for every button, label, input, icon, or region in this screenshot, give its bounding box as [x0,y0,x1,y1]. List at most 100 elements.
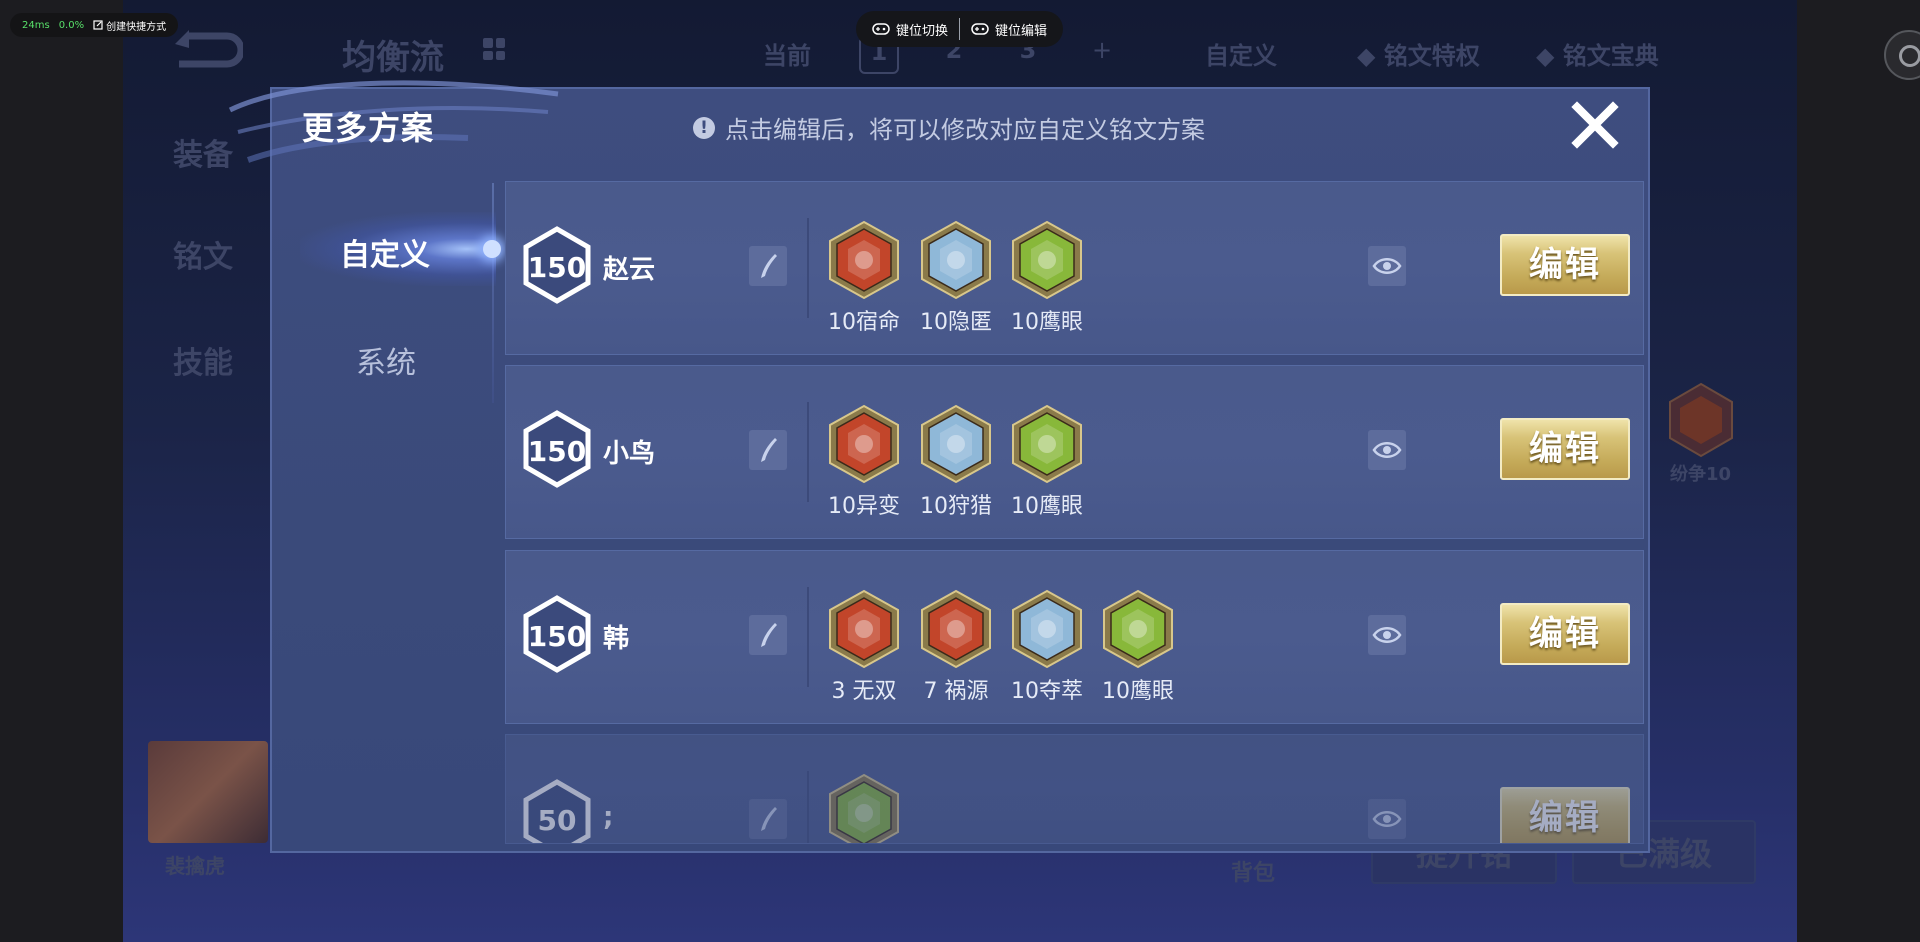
rune-slot: 10异变 [826,404,902,520]
keymap-toolbar: 键位切换 键位编辑 [856,11,1063,47]
rune-slot: 10鹰眼 [1009,220,1085,336]
lightning-rune-icon [918,404,994,484]
preview-button[interactable] [1368,799,1406,839]
strife-rune-caption: 纷争10 [1670,464,1732,485]
droplet-rune-icon [918,220,994,300]
preset-row: 150 小鸟 10异变 10狩猎 10鹰眼 编辑 [505,365,1644,539]
shortcut-icon [93,20,103,30]
knot-rune-icon [1009,589,1085,669]
rune-label: 10鹰眼 [1102,679,1174,704]
dialog-hint-text: 点击编辑后，将可以修改对应自定义铭文方案 [725,116,1205,144]
rune-slot [826,773,902,843]
rune-label: 10隐匿 [920,310,992,335]
row-divider [807,218,809,318]
cpu-text: 0.0% [58,19,85,31]
flame-rune-icon [826,220,902,300]
eye-icon [1372,811,1402,827]
rune-label: 7 祸源 [923,679,989,704]
preview-button[interactable] [1368,246,1406,286]
key-edit-button[interactable]: 键位编辑 [960,20,1058,39]
rune-label: 10宿命 [828,310,900,335]
rune-privilege-button[interactable]: ◆ 铭文特权 [1357,36,1480,71]
preset-name: 小鸟 [603,439,656,469]
rune-label: 10异变 [828,494,900,519]
preset-name: 韩 [603,624,630,654]
hero-name: 裴擒虎 [165,854,225,878]
level-value: 150 [527,251,587,284]
emulator-side-button[interactable] [1884,30,1920,80]
rune-label: 10鹰眼 [1011,494,1083,519]
preset-name: ; [603,802,614,832]
rune-privilege-label: 铭文特权 [1383,42,1480,70]
rename-button[interactable] [749,246,787,286]
edit-button[interactable]: 编辑 [1500,787,1630,843]
level-value: 150 [527,435,587,468]
back-arrow-icon[interactable] [169,30,243,70]
nav-active-dot [483,240,501,258]
level-badge: 150 [522,595,592,673]
side-menu-runes[interactable]: 铭文 [173,232,233,276]
gamepad-icon [872,23,890,35]
eye-icon [1372,442,1402,458]
helmet-rune-icon [826,404,902,484]
create-shortcut-label: 创建快捷方式 [106,21,167,33]
clover-rune-icon [1009,220,1085,300]
nav-tab-custom[interactable]: 自定义 [340,230,430,274]
nav-tab-system[interactable]: 系统 [356,338,416,382]
gamepad-icon [971,23,989,35]
preset-name: 赵云 [603,255,656,285]
rune-label: 10鹰眼 [1011,310,1083,335]
preset-row: 50; 编辑 [505,734,1644,844]
pencil-icon [761,254,777,278]
level-badge: 50 [522,779,592,843]
pencil-icon [761,438,777,462]
preview-button[interactable] [1368,430,1406,470]
dialog-hint: ! 点击编辑后，将可以修改对应自定义铭文方案 [693,110,1205,145]
hero-portrait [148,741,268,843]
row-divider [807,771,809,843]
edit-button[interactable]: 编辑 [1500,603,1630,665]
side-menu-skills[interactable]: 技能 [173,338,233,382]
preset-row: 150 韩 3 无双 7 祸源 10夺萃 10鹰眼 编辑 [505,550,1644,724]
pencil-icon [761,807,777,831]
dialog-title: 更多方案 [302,109,435,147]
edit-button[interactable]: 编辑 [1500,234,1630,296]
key-switch-label: 键位切换 [895,23,948,39]
grid-icon[interactable] [483,38,505,60]
rune-slot: 7 祸源 [918,589,994,705]
rename-button[interactable] [749,615,787,655]
rune-slot: 10鹰眼 [1100,589,1176,705]
clover-rune-icon [1100,589,1176,669]
key-switch-button[interactable]: 键位切换 [861,20,959,39]
rename-button[interactable] [749,430,787,470]
level-value: 150 [527,620,587,653]
rune-slot: 10鹰眼 [1009,404,1085,520]
create-shortcut-button[interactable]: 创建快捷方式 [93,18,166,33]
preview-button[interactable] [1368,615,1406,655]
cards-rune-icon [918,589,994,669]
key-edit-label: 键位编辑 [995,23,1048,39]
preset-row: 150 赵云 10宿命 10隐匿 10鹰眼 编辑 [505,181,1644,355]
level-value: 50 [537,804,577,837]
rune-label: 3 无双 [831,679,897,704]
clover-rune-icon [1009,404,1085,484]
rune-codex-button[interactable]: ◆ 铭文宝典 [1536,36,1659,71]
diamond-rune-icon [826,589,902,669]
star-rune-icon [826,773,902,843]
rune-slot: 10夺萃 [1009,589,1085,705]
rune-slot: 3 无双 [826,589,902,705]
row-divider [807,587,809,687]
side-menu-equipment[interactable]: 装备 [173,130,233,174]
close-icon[interactable] [1570,100,1620,150]
rename-button[interactable] [749,799,787,839]
eye-icon [1372,258,1402,274]
edit-button[interactable]: 编辑 [1500,418,1630,480]
custom-label[interactable]: 自定义 [1205,36,1277,71]
pencil-icon [761,623,777,647]
current-label: 当前 [763,42,811,70]
rune-slot: 10宿命 [826,220,902,336]
preset-tab-add[interactable]: + [1084,36,1120,70]
rune-slot: 10狩猎 [918,404,994,520]
backpack-label[interactable]: 背包 [1231,855,1275,887]
rune-label: 10夺萃 [1011,679,1083,704]
